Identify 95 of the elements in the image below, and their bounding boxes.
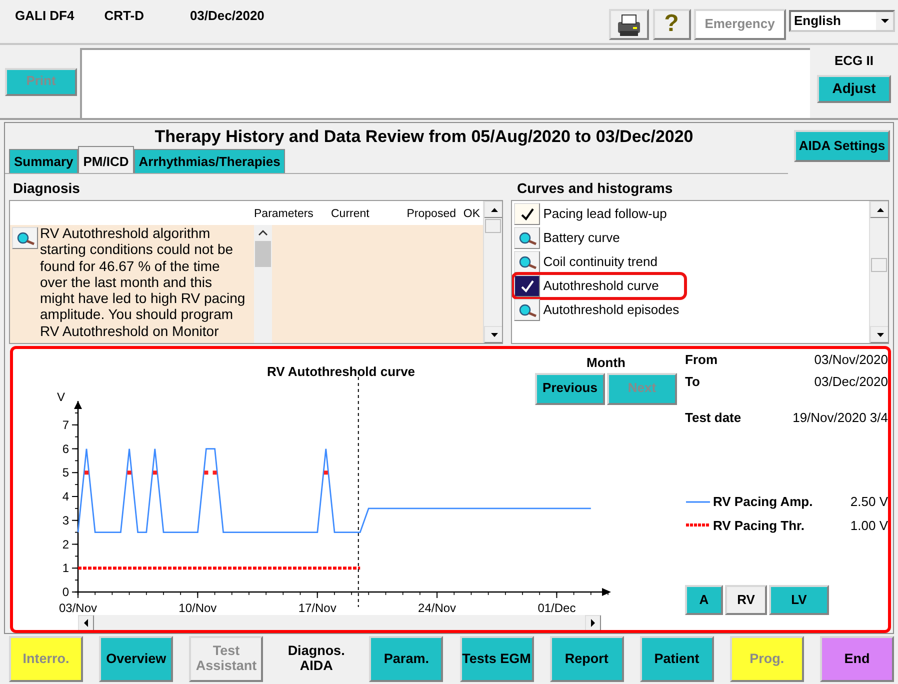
adjust-button[interactable]: Adjust [817, 74, 891, 102]
view-button[interactable] [514, 299, 540, 321]
data-point [84, 470, 89, 475]
tick-label: 6 [62, 442, 69, 456]
nav-button[interactable]: End [820, 636, 894, 682]
data-point [324, 470, 328, 475]
nav-button[interactable]: Param. [369, 636, 444, 682]
tick-label: 5 [62, 466, 69, 480]
tick-label: 4 [62, 490, 69, 504]
scrollbar-thumb[interactable] [871, 258, 887, 272]
tick-label: 10/Nov [178, 601, 217, 615]
axis-label: V [57, 390, 66, 404]
info-value: 19/Nov/2020 3/4 [792, 409, 888, 427]
checkbox[interactable] [514, 203, 540, 225]
magnifier-icon [518, 230, 536, 246]
legend-swatch [685, 498, 711, 505]
curve-list-item[interactable]: Autothreshold episodes [514, 299, 684, 321]
nav-button[interactable]: Tests EGM [460, 636, 534, 682]
scroll-right-arrow-icon [588, 618, 598, 628]
nav-button[interactable]: Report [550, 636, 624, 682]
tick-label: 2 [62, 537, 69, 552]
data-point [127, 470, 132, 475]
checkbox[interactable] [514, 275, 540, 297]
tab[interactable]: Summary [9, 148, 78, 173]
check-icon [518, 207, 536, 221]
magnifier-icon [518, 254, 536, 270]
view-button[interactable] [514, 251, 540, 273]
horizontal-scrollbar[interactable] [78, 615, 601, 630]
section-label: Curves and histograms [516, 179, 674, 198]
data-point [204, 470, 208, 475]
curve-list-item[interactable]: Coil continuity trend [514, 251, 684, 273]
aida-settings-button[interactable]: AIDA Settings [794, 130, 890, 162]
scroll-up-button[interactable] [484, 201, 502, 218]
diagnosis-message: RV Autothreshold algorithm starting conditions could not be found for 46.67 % of the time over the last month and this might have led to high RV pacing amplitude. You should program RV Autothreshold on Monitor [40, 225, 246, 341]
column-header: Proposed [406, 206, 456, 222]
ecg-lead-label: ECG II [834, 52, 874, 70]
column-header: Current [331, 206, 370, 222]
scroll-down-button[interactable] [870, 326, 888, 343]
tab[interactable]: Arrhythmias/Therapies [134, 148, 286, 173]
tick-label: 0 [62, 585, 69, 599]
data-point [152, 470, 157, 475]
device-name: GALI DF4 [15, 7, 74, 25]
tab[interactable]: PM/ICD [78, 146, 134, 173]
device-type: CRT-D [104, 7, 144, 25]
magnifier-icon [16, 230, 34, 246]
chamber-button[interactable]: LV [769, 585, 829, 615]
printer-button[interactable] [609, 9, 650, 40]
info-label: To [685, 373, 700, 391]
chart-title: RV Autothreshold curve [266, 364, 416, 379]
scroll-up-button[interactable] [870, 201, 888, 218]
info-value: 03/Dec/2020 [814, 373, 888, 391]
section-label: Diagnosis [12, 179, 81, 198]
column-header: OK [462, 206, 480, 222]
tick-label: 7 [62, 418, 69, 432]
nav-button[interactable]: Overview [99, 636, 174, 682]
data-point [212, 470, 217, 475]
legend-label: RV Pacing Thr. [713, 516, 806, 535]
nav-button[interactable]: Patient [640, 636, 714, 682]
legend-value: 2.50 V [850, 493, 888, 511]
tick-label: 01/Dec [538, 601, 576, 615]
view-button[interactable] [12, 227, 38, 249]
curve-list-item[interactable]: Battery curve [514, 227, 684, 249]
info-value: 03/Nov/2020 [814, 351, 888, 369]
tick-label: 3 [62, 513, 69, 528]
tick-label: 1 [62, 561, 69, 576]
tick-label: 03/Nov [58, 601, 98, 615]
session-date: 03/Dec/2020 [190, 7, 264, 25]
help-button[interactable]: ? [652, 9, 690, 40]
language-value: English [793, 12, 842, 30]
nav-button[interactable]: Previous [535, 372, 605, 404]
legend-label: RV Pacing Amp. [713, 493, 814, 511]
info-label: From [685, 351, 718, 369]
page-title: Therapy History and Data Review from 05/Aug/2020 to 03/Dec/2020 [154, 126, 694, 148]
language-select[interactable]: English [789, 10, 895, 32]
scroll-left-button[interactable] [78, 615, 94, 630]
info-label: Test date [685, 409, 742, 427]
curve-list-item[interactable]: Pacing lead follow-up [514, 203, 684, 225]
legend-value: 1.00 V [850, 516, 888, 534]
scroll-right-button[interactable] [585, 615, 601, 630]
scroll-up-chevron-icon [258, 229, 268, 237]
scroll-down-button[interactable] [484, 326, 502, 343]
magnifier-icon [518, 302, 536, 318]
column-header: Parameters [254, 206, 314, 222]
tick-label: 17/Nov [298, 601, 336, 615]
view-button[interactable] [514, 227, 540, 249]
legend-swatch [685, 522, 711, 528]
month-label: Month [586, 354, 626, 372]
curve-list-item[interactable]: Autothreshold curve [514, 275, 684, 297]
scrollbar-thumb[interactable] [255, 241, 271, 267]
check-icon [518, 279, 536, 293]
scrollbar-thumb[interactable] [485, 219, 501, 233]
caret-icon [880, 17, 890, 25]
tick-label: 24/Nov [418, 601, 456, 615]
chamber-button[interactable]: RV [725, 585, 767, 615]
chamber-button[interactable]: A [685, 585, 723, 615]
